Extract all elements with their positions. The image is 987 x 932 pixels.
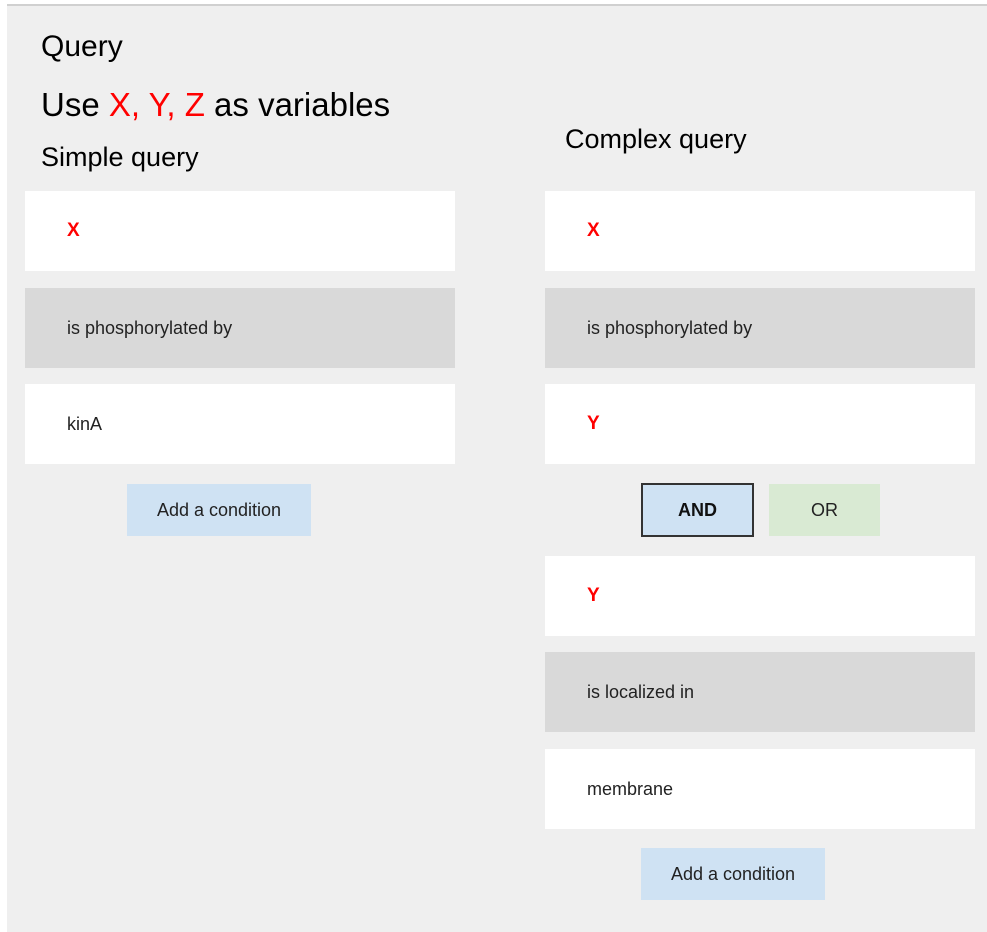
variables-hint: Use X, Y, Z as variables <box>41 84 390 126</box>
complex-cond2-subject-field[interactable]: Y <box>545 556 975 636</box>
complex-cond1-object-value: Y <box>587 413 600 434</box>
variable-x: X, <box>108 86 149 123</box>
simple-object-value: kinA <box>67 413 103 434</box>
or-button[interactable]: OR <box>769 484 880 536</box>
simple-relation-select[interactable]: is phosphorylated by <box>25 288 455 368</box>
complex-cond1-subject-value: X <box>587 220 600 241</box>
page-title: Query <box>41 30 123 63</box>
complex-cond1-relation-select[interactable]: is phosphorylated by <box>545 288 975 368</box>
complex-cond2-relation-select[interactable]: is localized in <box>545 652 975 732</box>
complex-cond2-relation-value: is localized in <box>587 681 695 702</box>
and-button[interactable]: AND <box>641 483 754 537</box>
variables-prefix: Use <box>41 86 109 123</box>
simple-relation-value: is phosphorylated by <box>67 317 233 338</box>
simple-add-condition-button[interactable]: Add a condition <box>127 484 311 536</box>
complex-query-heading: Complex query <box>565 124 747 154</box>
simple-subject-value: X <box>67 220 80 241</box>
variable-y: Y, <box>148 86 185 123</box>
complex-cond1-subject-field[interactable]: X <box>545 191 975 271</box>
variables-suffix: as variables <box>204 86 391 123</box>
simple-object-field[interactable]: kinA <box>25 384 455 464</box>
complex-cond2-subject-value: Y <box>587 585 600 606</box>
complex-cond2-object-field[interactable]: membrane <box>545 749 975 829</box>
complex-cond1-relation-value: is phosphorylated by <box>587 317 753 338</box>
variable-z: Z <box>184 86 205 123</box>
query-panel: Query Use X, Y, Z as variables Simple qu… <box>7 4 987 932</box>
complex-cond1-object-field[interactable]: Y <box>545 384 975 464</box>
complex-cond2-object-value: membrane <box>587 778 674 799</box>
simple-subject-field[interactable]: X <box>25 191 455 271</box>
complex-add-condition-button[interactable]: Add a condition <box>641 848 825 900</box>
simple-query-heading: Simple query <box>41 142 199 172</box>
